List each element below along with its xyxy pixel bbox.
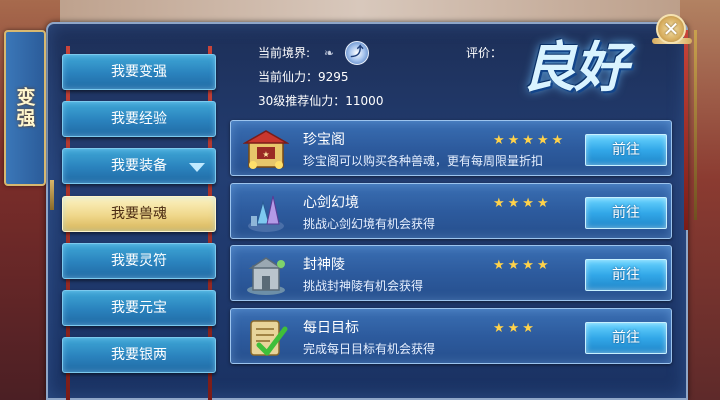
go-button[interactable]: 前往 [585, 322, 667, 354]
current-power-value: 9295 [318, 70, 349, 84]
svg-text:★: ★ [262, 150, 269, 159]
rating-label: 评价： [466, 46, 503, 60]
star-rating: ★★★★ [493, 258, 552, 273]
task-card-tomb: 封神陵 挑战封神陵有机会获得 ★★★★ 前往 [230, 245, 672, 301]
realm-upgrade-icon[interactable]: ⤴ [345, 41, 369, 65]
realm-emblem-icon: ❧ [323, 46, 335, 60]
task-card-treasure-pavilion: ★ 珍宝阁 珍宝阁可以购买各种兽魂，更有每周限量折扣 ★★★★★ 前往 [230, 120, 672, 176]
panel-rod-gold [694, 30, 697, 220]
task-title: 珍宝阁 [303, 132, 345, 148]
go-button[interactable]: 前往 [585, 197, 667, 229]
star-rating: ★★★★ [493, 196, 552, 211]
realm-label: 当前境界: [258, 46, 311, 60]
star-rating: ★★★★★ [493, 133, 567, 148]
task-title: 封神陵 [303, 257, 345, 273]
recommended-power-value: 11000 [345, 94, 384, 108]
caret-down-icon [189, 163, 205, 172]
current-power: 当前仙力：9295 [258, 68, 349, 85]
task-title: 心剑幻境 [303, 195, 359, 211]
task-description: 完成每日目标有机会获得 [303, 342, 436, 356]
menu-item-beast-soul[interactable]: 我要兽魂 [62, 196, 216, 232]
tab-strengthen[interactable]: 变强 [4, 30, 46, 186]
sword-illusion-icon [241, 187, 291, 237]
menu-item-silver[interactable]: 我要银两 [62, 337, 216, 373]
task-description: 珍宝阁可以购买各种兽魂，更有每周限量折扣 [303, 154, 544, 168]
treasure-pavilion-icon: ★ [241, 124, 291, 174]
task-card-daily-goal: 每日目标 完成每日目标有机会获得 ★★★ 前往 [230, 308, 672, 364]
go-button[interactable]: 前往 [585, 259, 667, 291]
star-rating: ★★★ [493, 321, 537, 336]
rating-value: 良好 [522, 35, 628, 99]
tab-strengthen-label: 变强 [13, 87, 36, 129]
menu-item-experience[interactable]: 我要经验 [62, 101, 216, 137]
menu-item-equipment[interactable]: 我要装备 [62, 148, 216, 184]
panel-rod-red [684, 30, 688, 230]
task-description: 挑战心剑幻境有机会获得 [303, 217, 436, 231]
menu-item-talisman[interactable]: 我要灵符 [62, 243, 216, 279]
menu-item-equipment-label: 我要装备 [111, 158, 167, 174]
menu-list: 我要变强 我要经验 我要装备 我要兽魂 我要灵符 我要元宝 我要银两 [62, 46, 216, 400]
task-description: 挑战封神陵有机会获得 [303, 279, 424, 293]
current-power-label: 当前仙力： [258, 70, 319, 84]
menu-item-ingot[interactable]: 我要元宝 [62, 290, 216, 326]
close-button[interactable]: ✕ [656, 14, 686, 44]
task-title: 每日目标 [303, 320, 359, 336]
go-button[interactable]: 前往 [585, 134, 667, 166]
checklist-scroll-icon [241, 312, 291, 362]
side-tab-tassel [50, 180, 54, 210]
tomb-icon [241, 249, 291, 299]
recommended-power-label: 30级推荐仙力： [258, 94, 346, 108]
menu-item-strengthen[interactable]: 我要变强 [62, 54, 216, 90]
task-card-sword-illusion: 心剑幻境 挑战心剑幻境有机会获得 ★★★★ 前往 [230, 183, 672, 239]
recommended-power: 30级推荐仙力：11000 [258, 92, 383, 109]
